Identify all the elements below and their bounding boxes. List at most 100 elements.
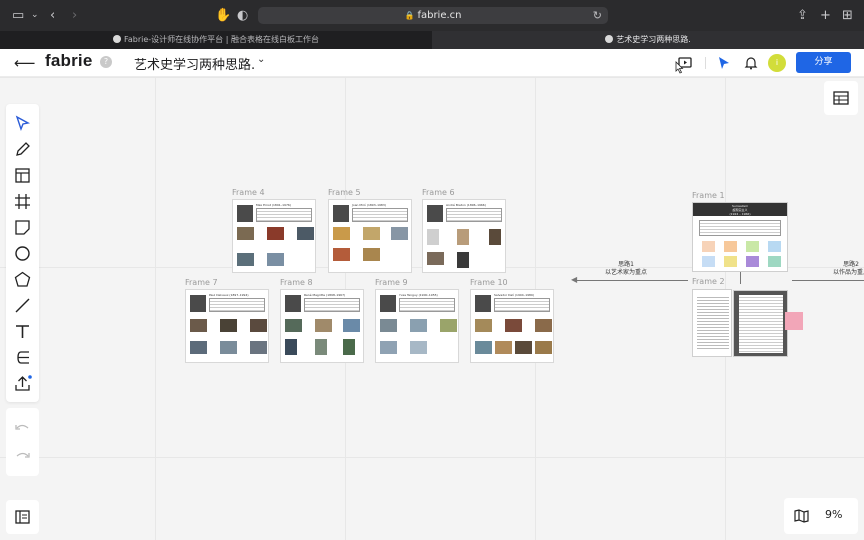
artwork-thumbnail xyxy=(505,319,522,332)
tab-label: 艺术史学习两种思路. xyxy=(616,35,691,44)
browser-toolbar: ▭ ⌄ ‹ › ✋ ◐ 🔒 fabrie.cn ↻ ⇪ + ⊞ xyxy=(0,0,864,31)
artwork-thumbnail xyxy=(391,227,408,240)
pen-icon[interactable] xyxy=(13,140,32,159)
tab-overview-icon[interactable]: ⊞ xyxy=(842,7,853,24)
artwork-thumbnail xyxy=(495,341,512,354)
artist-bio xyxy=(352,208,408,222)
chevron-down-icon[interactable]: ⌄ xyxy=(31,7,39,24)
select-icon[interactable] xyxy=(13,114,32,133)
artwork-thumbnail xyxy=(267,253,284,266)
url-bar[interactable]: 🔒 fabrie.cn ↻ xyxy=(258,7,608,24)
url-text: fabrie.cn xyxy=(417,10,462,21)
forward-nav-icon[interactable]: › xyxy=(72,7,77,24)
left-toolbar xyxy=(6,104,39,402)
avatar[interactable]: i xyxy=(768,54,786,72)
table-view-button[interactable] xyxy=(824,81,858,115)
route1-title: 思路1 xyxy=(618,261,634,268)
table-template-icon[interactable] xyxy=(13,166,32,185)
vertical-connector xyxy=(740,272,741,284)
back-arrow-icon[interactable]: ⟵ xyxy=(14,54,36,72)
shield-icon[interactable]: ◐ xyxy=(237,7,248,24)
artwork-thumbnail xyxy=(457,252,469,268)
artist-portrait xyxy=(475,295,491,312)
layers-panel-button[interactable] xyxy=(6,500,39,534)
frame-4[interactable]: Max Ernst (1891–1976) xyxy=(232,199,316,273)
follow-cursor-icon[interactable] xyxy=(716,55,732,71)
frame-10[interactable]: Salvador Dalí (1904–1989) xyxy=(470,289,554,363)
artwork-thumbnail xyxy=(237,227,254,240)
route1-connector[interactable] xyxy=(576,280,688,281)
artwork-thumbnail xyxy=(297,227,314,240)
artwork-thumbnail xyxy=(457,229,469,245)
bell-icon[interactable] xyxy=(743,55,759,71)
artist-portrait xyxy=(285,295,301,312)
mouse-cursor-icon xyxy=(675,61,684,74)
sidebar-toggle-icon[interactable]: ▭ xyxy=(12,7,24,24)
circle-shape-icon[interactable] xyxy=(13,244,32,263)
route2-title: 思路2 xyxy=(843,261,859,268)
artist-name: Yves Tanguy (1900–1955) xyxy=(399,293,438,297)
artist-name: René Magritte (1898–1967) xyxy=(304,293,346,297)
route2-connector[interactable] xyxy=(792,280,864,281)
arrow-head-icon: ◀ xyxy=(571,275,578,284)
frame-label: Frame 10 xyxy=(470,278,508,287)
line-icon[interactable] xyxy=(13,296,32,315)
tab-fabrie-home[interactable]: Fabrie-设计师在线协作平台 | 融合表格在线白板工作台 xyxy=(0,31,432,49)
app-logo: fabrie xyxy=(45,51,93,70)
zoom-level[interactable]: 9% xyxy=(825,508,842,521)
frame-5[interactable]: Joan Miró (1893–1983) xyxy=(328,199,412,273)
polygon-shape-icon[interactable] xyxy=(13,270,32,289)
frame-label: Frame 7 xyxy=(185,278,218,287)
sticky-note xyxy=(702,241,715,252)
artwork-thumbnail xyxy=(427,252,444,265)
frame-label: Frame 5 xyxy=(328,188,361,197)
help-icon[interactable]: ? xyxy=(100,56,112,68)
frame-2-text-card[interactable] xyxy=(692,289,732,357)
frame-icon[interactable] xyxy=(13,192,32,211)
back-nav-icon[interactable]: ‹ xyxy=(50,7,55,24)
artwork-thumbnail xyxy=(190,341,207,354)
tab-label: Fabrie-设计师在线协作平台 | 融合表格在线白板工作台 xyxy=(124,35,319,44)
lock-icon: 🔒 xyxy=(404,11,415,20)
table-icon xyxy=(833,91,849,105)
artwork-thumbnail xyxy=(315,319,332,332)
route1-label[interactable]: 思路1 以艺术家为重点 xyxy=(600,261,652,277)
redo-icon[interactable] xyxy=(13,448,32,462)
share-icon[interactable]: ⇪ xyxy=(797,7,808,24)
frame-9[interactable]: Yves Tanguy (1900–1955) xyxy=(375,289,459,363)
artist-bio xyxy=(304,298,360,312)
frame-8[interactable]: René Magritte (1898–1967) xyxy=(280,289,364,363)
sticky-note xyxy=(746,256,759,267)
frame-1[interactable]: Surrealism 超现实主义 (1924 – 1966) xyxy=(692,202,788,272)
artwork-thumbnail xyxy=(220,341,237,354)
artwork-thumbnail xyxy=(410,341,427,354)
upload-icon[interactable] xyxy=(13,374,32,393)
frame-2-document[interactable] xyxy=(733,290,788,357)
frame-7[interactable]: Paul Delvaux (1897–1994) xyxy=(185,289,269,363)
sticky-note xyxy=(702,256,715,267)
text-icon[interactable] xyxy=(13,322,32,341)
artist-name: Max Ernst (1891–1976) xyxy=(256,203,291,207)
artwork-thumbnail xyxy=(410,319,427,332)
chevron-down-icon[interactable]: ⌄ xyxy=(257,54,265,65)
artwork-thumbnail xyxy=(380,319,397,332)
undo-icon[interactable] xyxy=(13,420,32,434)
new-tab-icon[interactable]: + xyxy=(820,7,831,24)
tab-current-board[interactable]: 艺术史学习两种思路. xyxy=(432,31,864,49)
share-button[interactable]: 分享 xyxy=(796,52,851,73)
artwork-thumbnail xyxy=(250,319,267,332)
artwork-thumbnail xyxy=(315,339,327,355)
artwork-thumbnail xyxy=(285,319,302,332)
frame-6[interactable]: André Breton (1896–1966) xyxy=(422,199,506,273)
minimap-icon[interactable] xyxy=(793,508,810,524)
extension-icon[interactable]: ✋ xyxy=(215,7,231,24)
route2-label[interactable]: 思路2 以作品为重点 xyxy=(826,261,864,277)
favicon-icon xyxy=(605,35,614,43)
sticky-note[interactable] xyxy=(785,312,803,330)
board-title[interactable]: 艺术史学习两种思路. xyxy=(134,54,255,73)
sticky-note xyxy=(724,256,737,267)
document-page xyxy=(739,295,783,353)
reload-icon[interactable]: ↻ xyxy=(593,7,602,24)
connector-icon[interactable] xyxy=(13,348,32,367)
sticky-note-icon[interactable] xyxy=(13,218,32,237)
